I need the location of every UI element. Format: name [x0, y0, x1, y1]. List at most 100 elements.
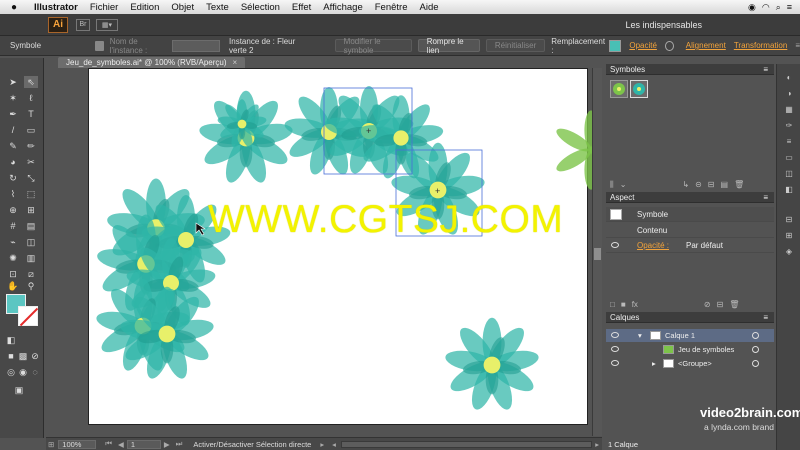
status-text[interactable]: Activer/Désactiver Sélection directe — [193, 440, 311, 449]
vertical-scroll-thumb[interactable] — [594, 248, 601, 260]
list-icon[interactable]: ≡ — [787, 2, 792, 13]
appearance-row-opacity[interactable]: Opacité : Par défaut — [606, 238, 774, 253]
menu-aide[interactable]: Aide — [414, 2, 445, 13]
menu-app[interactable]: Illustrator — [28, 2, 84, 13]
target-circle-icon[interactable] — [752, 360, 759, 367]
color-guide-icon[interactable]: ◑ — [783, 88, 795, 98]
slice-tool-icon[interactable]: ⧄ — [24, 268, 38, 280]
symbols-panel-header[interactable]: Symboles ≡ — [606, 64, 774, 75]
rectangle-tool-icon[interactable]: ▭ — [24, 124, 38, 136]
mesh-tool-icon[interactable]: # — [6, 220, 20, 232]
duplicate-item-icon[interactable]: ⊟ — [717, 300, 724, 310]
scissors-tool-icon[interactable]: ✂ — [24, 156, 38, 168]
menu-effet[interactable]: Effet — [286, 2, 317, 13]
symbol-libraries-icon[interactable]: ⫼ — [610, 180, 614, 190]
opacity-link[interactable]: Opacité : — [637, 241, 669, 250]
rotate-tool-icon[interactable]: ↻ — [6, 172, 20, 184]
screen-mode-icon[interactable]: ▣ — [12, 384, 26, 396]
pencil-tool-icon[interactable]: ✏ — [24, 140, 38, 152]
shape-builder-tool-icon[interactable]: ⊕ — [6, 204, 20, 216]
none-mode-icon[interactable]: ⊘ — [28, 350, 42, 362]
color-panel-icon[interactable]: ◐ — [783, 72, 795, 82]
replace-symbol-dropdown[interactable] — [609, 39, 622, 52]
break-link-icon[interactable]: ⊝ — [695, 180, 702, 190]
blob-brush-tool-icon[interactable]: ◕ — [6, 156, 20, 168]
layer-row-groupe[interactable]: ▸ <Groupe> — [606, 357, 774, 370]
menu-objet[interactable]: Objet — [165, 2, 200, 13]
spotlight-icon[interactable]: ⌕ — [776, 2, 781, 13]
scroll-right-icon[interactable]: ▸ — [592, 440, 602, 449]
symbol-sprayer-tool-icon[interactable]: ✺ — [6, 252, 20, 264]
layers-panel-header[interactable]: Calques ≡ — [606, 312, 774, 323]
edit-symbol-button[interactable]: Modifier le symbole — [334, 37, 412, 55]
artwork-canvas[interactable]: + + — [46, 68, 598, 436]
panel-menu-icon[interactable]: ≡ — [763, 193, 768, 202]
symbol-options-icon[interactable]: ⊟ — [708, 180, 715, 190]
recolor-icon[interactable] — [664, 40, 674, 51]
wifi-icon[interactable]: ◠ — [762, 2, 770, 13]
scroll-left-icon[interactable]: ◂ — [329, 440, 339, 449]
previous-artboard-icon[interactable]: ◀ — [115, 440, 127, 449]
perspective-grid-tool-icon[interactable]: ⊞ — [24, 204, 38, 216]
selection-tool-icon[interactable]: ➤ — [6, 76, 20, 88]
default-colors-icon[interactable]: ◧ — [4, 334, 18, 346]
width-tool-icon[interactable]: ⌇ — [6, 188, 20, 200]
transform-panel-icon[interactable]: ⊞ — [783, 230, 795, 240]
appearance-row-content[interactable]: Contenu — [606, 223, 774, 238]
transparency-panel-icon[interactable]: ◫ — [783, 168, 795, 178]
zoom-tool-icon[interactable]: ⚲ — [24, 280, 38, 292]
status-menu-arrow-icon[interactable]: ▸ — [317, 440, 327, 449]
panel-menu-icon[interactable]: ≡ — [763, 65, 768, 74]
add-effect-icon[interactable]: fx — [632, 300, 638, 310]
menu-edition[interactable]: Edition — [124, 2, 165, 13]
magic-wand-tool-icon[interactable]: ✶ — [6, 92, 20, 104]
gradient-tool-icon[interactable]: ▤ — [24, 220, 38, 232]
layer-name[interactable]: Jeu de symboles — [678, 345, 734, 354]
eyedropper-tool-icon[interactable]: ⌁ — [6, 236, 20, 248]
layer-row-jeu-de-symboles[interactable]: Jeu de symboles — [606, 343, 774, 356]
creative-cloud-icon[interactable]: ◉ — [748, 2, 756, 13]
expand-arrow-icon[interactable]: ▾ — [638, 331, 642, 340]
stroke-panel-icon[interactable]: ≡ — [783, 136, 795, 146]
visibility-eye-icon[interactable] — [611, 332, 619, 338]
visibility-eye-icon[interactable] — [611, 360, 619, 366]
hand-tool-icon[interactable]: ✋ — [6, 280, 20, 292]
symbol-thumbnail-green[interactable] — [610, 80, 628, 98]
bridge-button[interactable]: Br — [76, 18, 90, 31]
delete-item-icon[interactable]: 🗑 — [729, 300, 739, 310]
opacity-link[interactable]: Opacité — [629, 41, 657, 50]
type-tool-icon[interactable]: T — [24, 108, 38, 120]
appearance-row-symbol[interactable]: Symbole — [606, 207, 774, 222]
visibility-eye-icon[interactable] — [611, 242, 619, 248]
visibility-eye-icon[interactable] — [611, 346, 619, 352]
expand-arrow-icon[interactable]: ▸ — [652, 359, 656, 368]
first-artboard-icon[interactable]: ⏮ — [102, 439, 115, 449]
layer-name[interactable]: <Groupe> — [678, 359, 712, 368]
library-arrow-icon[interactable]: ⌄ — [620, 180, 627, 190]
panel-menu-icon[interactable]: ≡ — [795, 41, 800, 50]
menu-affichage[interactable]: Affichage — [317, 2, 368, 13]
symbol-thumbnail-teal[interactable] — [630, 80, 648, 98]
menu-fenetre[interactable]: Fenêtre — [369, 2, 414, 13]
clear-appearance-icon[interactable]: ⊘ — [704, 300, 711, 310]
close-document-icon[interactable]: × — [233, 58, 238, 67]
transform-link[interactable]: Transformation — [734, 41, 788, 50]
direct-selection-tool-icon[interactable]: ⇖ — [24, 76, 38, 88]
appearance-panel-header[interactable]: Aspect ≡ — [606, 192, 774, 203]
add-fill-icon[interactable]: ■ — [621, 300, 626, 310]
vertical-scrollbar[interactable] — [592, 68, 602, 436]
pen-tool-icon[interactable]: ✒ — [6, 108, 20, 120]
swatches-panel-icon[interactable]: ▦ — [783, 104, 795, 114]
target-circle-icon[interactable] — [752, 332, 759, 339]
panel-menu-icon[interactable]: ≡ — [763, 313, 768, 322]
paintbrush-tool-icon[interactable]: ✎ — [6, 140, 20, 152]
pathfinder-panel-icon[interactable]: ◈ — [783, 246, 795, 256]
place-symbol-icon[interactable]: ↳ — [682, 180, 689, 190]
column-graph-tool-icon[interactable]: ▥ — [24, 252, 38, 264]
document-tab[interactable]: Jeu_de_symboles.ai* @ 100% (RVB/Aperçu) … — [58, 57, 246, 68]
lasso-tool-icon[interactable]: ℓ — [24, 92, 38, 104]
free-transform-tool-icon[interactable]: ⬚ — [24, 188, 38, 200]
brushes-panel-icon[interactable]: ✑ — [783, 120, 795, 130]
gradient-panel-icon[interactable]: ▭ — [783, 152, 795, 162]
menu-fichier[interactable]: Fichier — [84, 2, 125, 13]
